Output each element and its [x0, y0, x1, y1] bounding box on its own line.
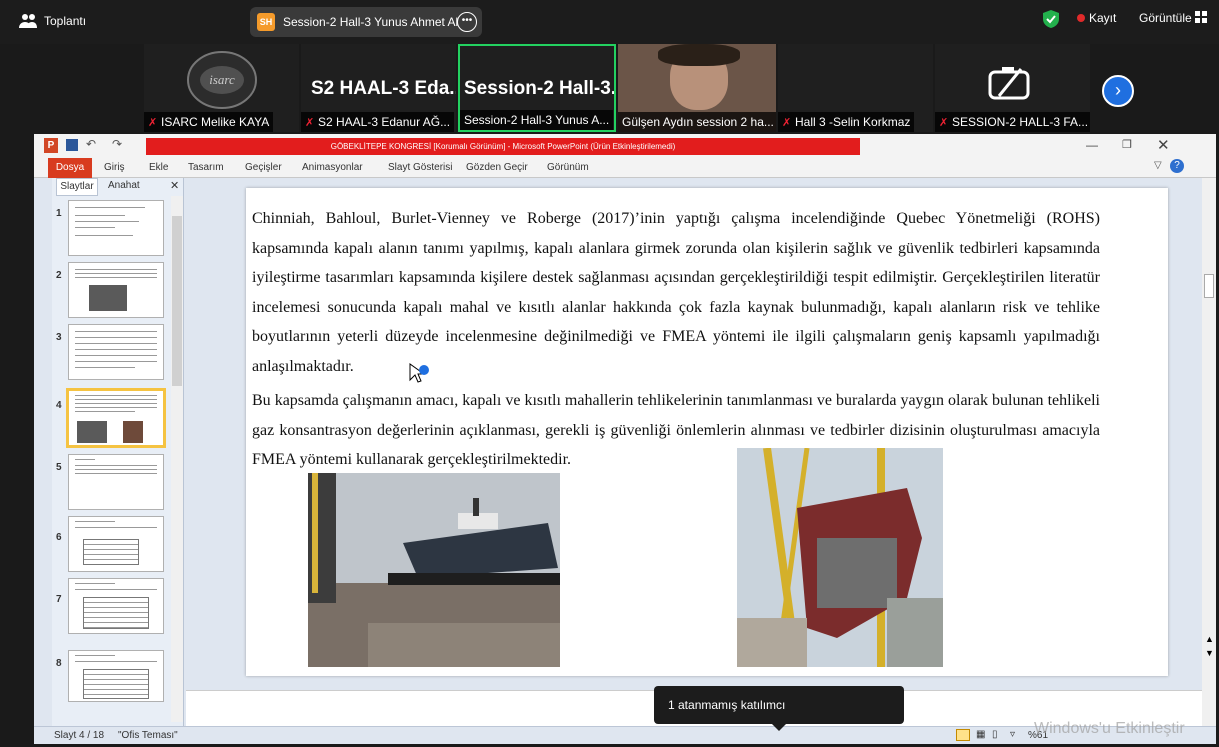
meeting-people-icon: [19, 14, 37, 28]
tab-gozden-gecir[interactable]: Gözden Geçir: [466, 162, 528, 173]
tab-animasyonlar[interactable]: Animasyonlar: [302, 162, 363, 173]
more-options-icon[interactable]: •••: [457, 12, 477, 32]
sorter-view-icon[interactable]: ▦: [976, 729, 985, 740]
tab-slayt-gosterisi[interactable]: Slayt Gösterisi: [388, 162, 452, 173]
pane-close-icon[interactable]: ✕: [170, 179, 179, 192]
camera-off-icon: [988, 67, 1030, 100]
slide-thumbnail-selected[interactable]: [66, 388, 166, 448]
ship-launch-photo: [308, 473, 560, 667]
slide-thumbnail[interactable]: [68, 454, 164, 510]
status-theme: "Ofis Teması": [118, 730, 178, 741]
tab-gecisler[interactable]: Geçişler: [245, 162, 282, 173]
recording-label[interactable]: Kayıt: [1089, 11, 1116, 25]
slide-scrollbar[interactable]: ▲ ▼: [1202, 178, 1216, 726]
screen-share-pill[interactable]: SH Session-2 Hall-3 Yunus Ahmet Al •••: [250, 7, 482, 37]
isarc-logo: isarc: [187, 51, 257, 109]
restore-icon[interactable]: ❐: [1122, 138, 1132, 151]
ppt-title-bar: P ↶ ↷ GÖBEKLİTEPE KONGRESİ [Korumalı Gör…: [34, 134, 1216, 158]
next-participants-button[interactable]: ›: [1102, 75, 1134, 107]
save-icon[interactable]: [66, 139, 78, 151]
tab-gorunum[interactable]: Görünüm: [547, 162, 589, 173]
slide-thumbnail[interactable]: [68, 578, 164, 634]
share-title: Session-2 Hall-3 Yunus Ahmet Al: [283, 15, 459, 29]
mouse-cursor-icon: [409, 363, 429, 383]
prev-slide-icon: ▲: [1205, 634, 1214, 644]
ship-construction-photo: [737, 448, 943, 667]
redo-icon[interactable]: ↷: [112, 137, 122, 151]
logo-text: isarc: [209, 72, 235, 87]
slides-pane: Slaytlar Anahat ✕ 1 2 3 4 5 6 7 8: [52, 178, 184, 726]
thumb-number: 8: [56, 658, 62, 669]
window-title: GÖBEKLİTEPE KONGRESİ [Korumalı Görünüm] …: [146, 138, 860, 155]
slide-thumbnail[interactable]: [68, 516, 164, 572]
participant-tile[interactable]: ✗ Hall 3 -Selin Korkmaz: [778, 44, 933, 132]
participant-name: ✗ ISARC Melike KAYA: [144, 112, 274, 132]
tab-anahat[interactable]: Anahat: [108, 180, 140, 191]
muted-mic-icon: ✗: [782, 117, 792, 129]
pane-tabs: Slaytlar Anahat ✕: [52, 178, 184, 196]
slide-thumbnail[interactable]: [68, 324, 164, 380]
participant-name: ✗ Hall 3 -Selin Korkmaz: [778, 112, 915, 132]
participant-name: ✗ SESSION-2 HALL-3 FA...: [935, 112, 1090, 132]
tab-dosya[interactable]: Dosya: [48, 158, 92, 178]
unassigned-participant-tooltip: 1 atanmamış katılımcı: [654, 686, 904, 724]
participant-name: ✗ S2 HAAL-3 Edanur AĞ...: [301, 112, 455, 132]
thumb-number: 3: [56, 332, 62, 343]
participant-tile-active[interactable]: Session-2 Hall-3... Session-2 Hall-3 Yun…: [458, 44, 616, 132]
share-avatar: SH: [257, 13, 275, 31]
muted-mic-icon: ✗: [305, 117, 315, 129]
security-shield-icon[interactable]: [1043, 10, 1059, 28]
minimize-icon[interactable]: —: [1086, 138, 1098, 152]
slide-canvas: Chinniah, Bahloul, Burlet-Vienney ve Rob…: [246, 188, 1168, 676]
tab-giris[interactable]: Giriş: [104, 162, 125, 173]
thumb-number: 4: [56, 400, 62, 411]
windows-activation-watermark: Windows'u Etkinleştir: [1034, 720, 1185, 737]
participant-tile[interactable]: ✗ SESSION-2 HALL-3 FA...: [935, 44, 1090, 132]
tooltip-arrow: [772, 724, 786, 731]
powerpoint-window: P ↶ ↷ GÖBEKLİTEPE KONGRESİ [Korumalı Gör…: [34, 134, 1216, 744]
recording-dot-icon: [1077, 14, 1085, 22]
tab-ekle[interactable]: Ekle: [149, 162, 168, 173]
grid-view-icon[interactable]: [1195, 11, 1207, 23]
close-icon[interactable]: ✕: [1157, 136, 1170, 154]
slide-thumbnail[interactable]: [68, 650, 164, 702]
view-button[interactable]: Görüntüle: [1139, 11, 1192, 25]
participant-name: Session-2 Hall-3 Yunus A...: [460, 110, 614, 130]
undo-icon[interactable]: ↶: [86, 137, 96, 151]
tab-tasarim[interactable]: Tasarım: [188, 162, 224, 173]
slide-thumbnail[interactable]: [68, 262, 164, 318]
participant-tile[interactable]: S2 HAAL-3 Eda... ✗ S2 HAAL-3 Edanur AĞ...: [301, 44, 456, 132]
next-slide-icon: ▼: [1205, 648, 1214, 658]
help-icon[interactable]: ?: [1170, 159, 1184, 173]
thumbnail-scrollbar[interactable]: [171, 196, 183, 722]
reading-view-icon[interactable]: ▯: [992, 729, 998, 740]
ribbon-tabs: Dosya Giriş Ekle Tasarım Geçişler Animas…: [34, 158, 1216, 178]
participant-hair: [658, 44, 740, 66]
muted-mic-icon: ✗: [148, 117, 158, 129]
thumb-number: 7: [56, 594, 62, 605]
normal-view-icon[interactable]: [956, 729, 970, 741]
muted-mic-icon: ✗: [939, 117, 949, 129]
slide-paragraph-2: Bu kapsamda çalışmanın amacı, kapalı ve …: [252, 392, 1100, 468]
thumb-number: 2: [56, 270, 62, 281]
thumb-number: 6: [56, 532, 62, 543]
participant-big-name: S2 HAAL-3 Eda...: [311, 78, 456, 99]
participant-name: Gülşen Aydın session 2 ha...: [618, 112, 776, 132]
thumb-number: 1: [56, 208, 62, 219]
zoom-top-bar: Toplantı SH Session-2 Hall-3 Yunus Ahmet…: [0, 0, 1219, 44]
slide-thumbnail[interactable]: [68, 200, 164, 256]
ribbon-collapse-icon[interactable]: ▽: [1154, 160, 1162, 171]
participant-tile-video[interactable]: Gülşen Aydın session 2 ha...: [618, 44, 776, 132]
participant-tile[interactable]: isarc ✗ ISARC Melike KAYA: [144, 44, 299, 132]
slideshow-view-icon[interactable]: ▿: [1010, 729, 1015, 740]
slide-paragraph-1: Chinniah, Bahloul, Burlet-Vienney ve Rob…: [252, 210, 1100, 375]
powerpoint-logo-icon: P: [44, 138, 58, 153]
thumb-number: 5: [56, 462, 62, 473]
meeting-title: Toplantı: [44, 14, 87, 28]
participant-big-name: Session-2 Hall-3...: [464, 78, 616, 99]
status-slide-count: Slayt 4 / 18: [54, 730, 105, 741]
tab-slaytlar[interactable]: Slaytlar: [56, 178, 98, 196]
